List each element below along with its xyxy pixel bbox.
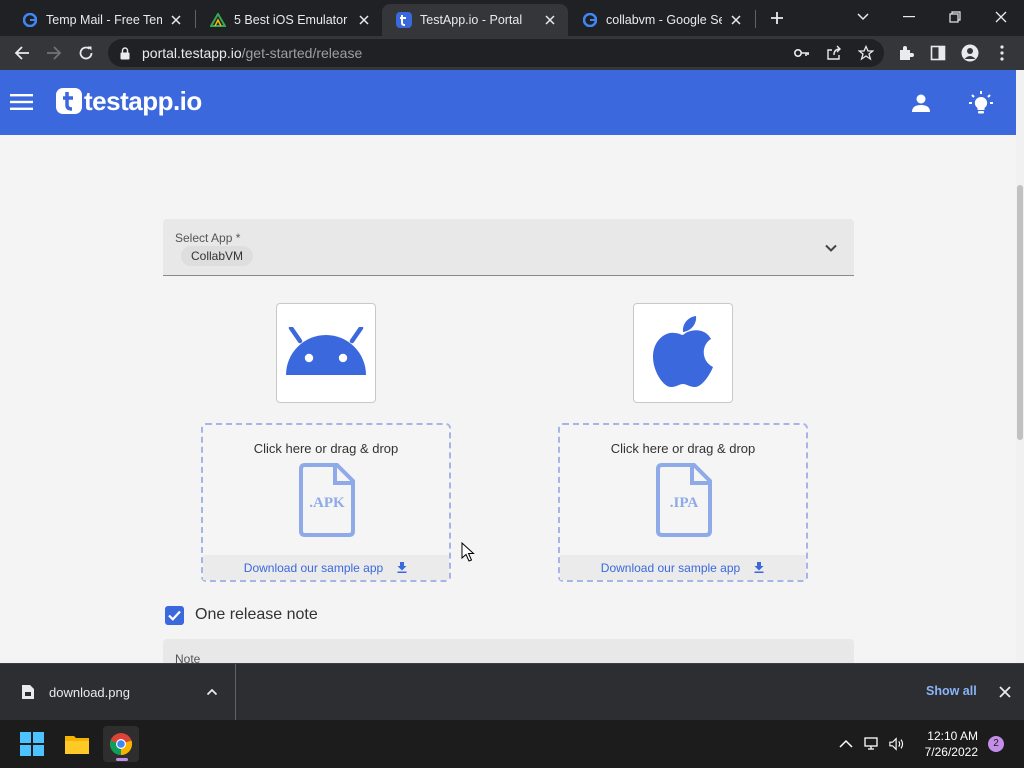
app-header: testapp.io (0, 70, 1016, 135)
one-release-note-checkbox[interactable]: One release note (165, 605, 318, 625)
dropzone-prompt: Click here or drag & drop (253, 441, 399, 456)
close-icon[interactable] (998, 685, 1012, 699)
notification-badge[interactable]: 2 (988, 736, 1004, 752)
browser-toolbar: portal.testapp.io/get-started/release (0, 36, 1024, 70)
checkbox-label: One release note (195, 606, 318, 623)
url-text: portal.testapp.io/get-started/release (142, 45, 362, 61)
clock-date: 7/26/2022 (924, 745, 978, 759)
account-user-icon[interactable] (908, 90, 934, 116)
new-tab-button[interactable] (766, 7, 788, 29)
address-bar[interactable]: portal.testapp.io/get-started/release (108, 39, 884, 67)
tab-title: Temp Mail - Free Temp (46, 13, 162, 27)
side-panel-icon[interactable] (925, 40, 951, 66)
tab-title: collabvm - Google Sea (606, 13, 722, 27)
url-host: portal.testapp.io (142, 45, 242, 61)
download-sample-ipa-link[interactable]: Download our sample app (560, 555, 806, 580)
mouse-cursor-icon (461, 542, 475, 562)
close-window-button[interactable] (978, 0, 1024, 34)
testapp-favicon-icon (396, 12, 412, 28)
chevron-down-icon[interactable] (822, 239, 840, 257)
start-button[interactable] (14, 726, 50, 762)
tab-title: 5 Best iOS Emulator On (234, 13, 350, 27)
google-favicon-icon (582, 12, 598, 28)
testapp-logo-icon (56, 88, 82, 114)
tab-search-button[interactable] (840, 0, 886, 34)
note-label: Note (175, 652, 201, 663)
tab-close-icon[interactable] (168, 12, 184, 28)
minimize-button[interactable] (886, 0, 932, 34)
logo-text: testapp.io (84, 85, 202, 116)
sample-link-text: Download our sample app (600, 560, 741, 575)
android-platform-card (276, 303, 376, 403)
extensions-icon[interactable] (893, 40, 919, 66)
select-app-dropdown[interactable]: Select App * CollabVM (163, 219, 854, 276)
ipa-file-ext: .IPA (669, 495, 699, 511)
google-favicon-icon (22, 12, 38, 28)
ios-platform-card (633, 303, 733, 403)
key-icon[interactable] (793, 44, 811, 62)
download-item[interactable]: download.png (0, 664, 236, 720)
tab-temp-mail[interactable]: Temp Mail - Free Temp (8, 4, 194, 36)
back-button[interactable] (9, 40, 35, 66)
network-icon[interactable] (864, 736, 880, 752)
tab-separator (755, 10, 756, 28)
windows-logo-icon (20, 732, 44, 756)
file-icon (22, 685, 34, 699)
file-explorer-button[interactable] (59, 726, 95, 762)
tab-testapp-portal[interactable]: TestApp.io - Portal (382, 4, 568, 36)
selected-app-chip: CollabVM (181, 246, 254, 266)
download-icon (396, 562, 408, 574)
forward-button[interactable] (41, 40, 67, 66)
apk-file-ext: .APK (309, 495, 345, 511)
share-icon[interactable] (825, 44, 843, 62)
apple-icon (653, 316, 713, 387)
browser-tab-strip: Temp Mail - Free Temp 5 Best iOS Emulato… (0, 0, 1024, 36)
checkbox-checked-icon[interactable] (165, 605, 184, 625)
download-shelf: download.png Show all (0, 663, 1024, 720)
active-app-indicator (116, 758, 128, 761)
sample-link-text: Download our sample app (243, 560, 384, 575)
url-path: /get-started/release (241, 45, 363, 61)
page-scrollbar[interactable] (1016, 70, 1024, 663)
select-app-label: Select App * (175, 231, 241, 245)
reload-button[interactable] (73, 40, 99, 66)
dropzone-prompt: Click here or drag & drop (610, 441, 756, 456)
theme-lightbulb-icon[interactable] (968, 90, 994, 116)
chrome-icon (109, 733, 133, 756)
clock-time: 12:10 AM (927, 729, 978, 743)
hamburger-menu-icon[interactable] (10, 90, 34, 114)
release-form: Select App * CollabVM Click here or drag… (0, 135, 1016, 663)
download-icon (753, 562, 765, 574)
show-hidden-icons-icon[interactable] (838, 736, 854, 752)
apk-upload-dropzone[interactable]: Click here or drag & drop .APK Download … (201, 423, 451, 582)
windows-taskbar: 12:10 AM 7/26/2022 (0, 720, 1024, 768)
download-file-name: download.png (49, 684, 130, 700)
system-clock[interactable]: 12:10 AM 7/26/2022 (918, 728, 978, 760)
chevron-up-icon[interactable] (206, 686, 218, 698)
tab-ios-emulator[interactable]: 5 Best iOS Emulator On (196, 4, 382, 36)
android-icon (286, 327, 366, 375)
bookmark-star-icon[interactable] (857, 44, 875, 62)
folder-icon (65, 736, 89, 754)
mountain-favicon-icon (210, 12, 226, 28)
testapp-logo[interactable]: testapp.io (56, 85, 202, 117)
tab-close-icon[interactable] (728, 12, 744, 28)
lock-icon[interactable] (118, 46, 132, 60)
download-sample-apk-link[interactable]: Download our sample app (203, 555, 449, 580)
ipa-upload-dropzone[interactable]: Click here or drag & drop .IPA Download … (558, 423, 808, 582)
tab-close-icon[interactable] (356, 12, 372, 28)
tab-close-icon[interactable] (542, 12, 558, 28)
note-textarea[interactable]: Note (163, 639, 854, 663)
profile-avatar-icon[interactable] (957, 40, 983, 66)
show-all-downloads-button[interactable]: Show all (926, 684, 977, 698)
chrome-taskbar-button[interactable] (103, 726, 139, 762)
tab-title: TestApp.io - Portal (420, 13, 523, 27)
scrollbar-thumb[interactable] (1017, 185, 1023, 440)
tab-collabvm-search[interactable]: collabvm - Google Sea (568, 4, 754, 36)
menu-kebab-icon[interactable] (989, 40, 1015, 66)
volume-icon[interactable] (889, 736, 905, 752)
restore-button[interactable] (932, 0, 978, 34)
